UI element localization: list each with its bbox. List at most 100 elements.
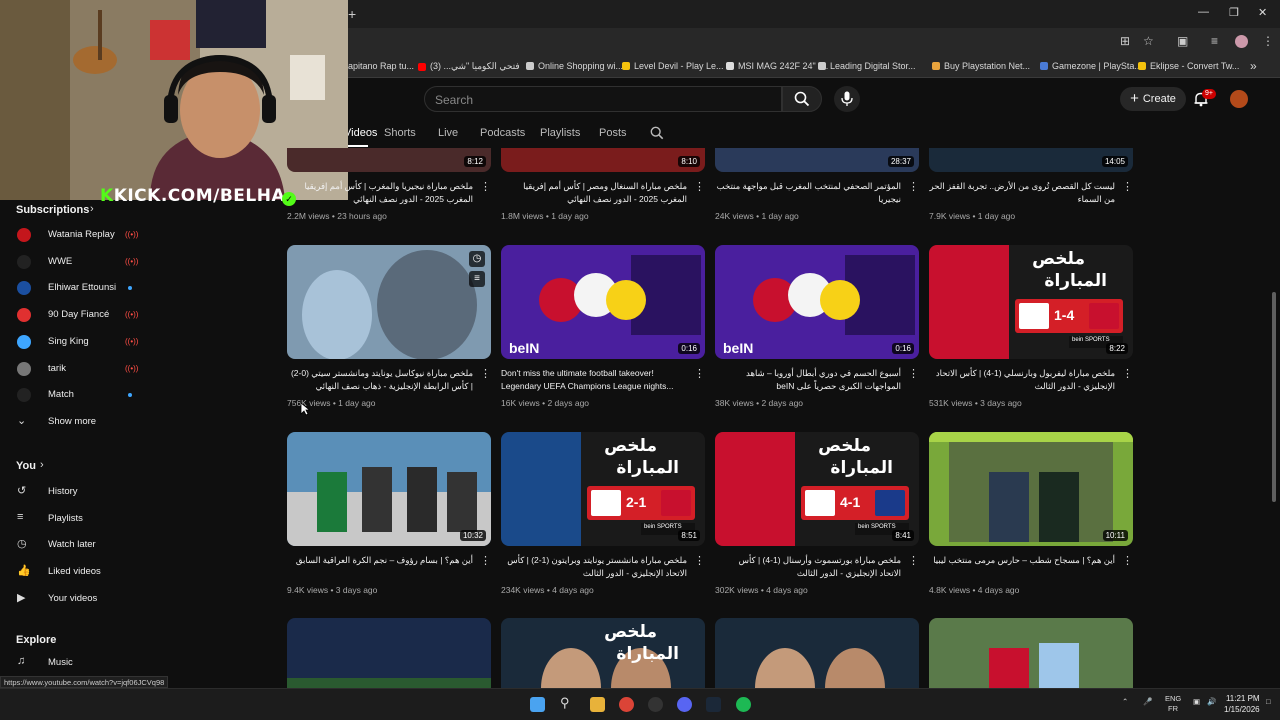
video-thumbnail[interactable]: ملخص المباراة 1-4 bein SPORTS 8:22 <box>929 245 1133 359</box>
tab-videos[interactable]: Videos <box>344 127 377 139</box>
video-card[interactable] <box>929 618 1133 720</box>
minimize-icon[interactable]: — <box>1198 6 1209 18</box>
video-title[interactable]: ملخص مباراة السنغال ومصر | كأس أمم إفريق… <box>501 180 687 206</box>
video-card[interactable]: ملخص المباراة 4-1 bein SPORTS 8:41 ملخص مبارا… <box>715 432 919 612</box>
bookmark-item[interactable]: Eklipse - Convert Tw... <box>1138 61 1239 71</box>
new-tab-button[interactable]: + <box>348 6 356 22</box>
video-card[interactable]: ملخص المباراة 1-4 bein SPORTS 8:22 ملخص مبارا… <box>929 245 1133 425</box>
input-language[interactable]: ENG <box>1165 694 1181 703</box>
restore-icon[interactable]: ❐ <box>1229 6 1239 19</box>
sidebar-item-your-videos[interactable]: ▶ Your videos <box>0 587 160 611</box>
video-title[interactable]: ملخص مباراة ليفربول وبارنسلي (1-4) | كأس… <box>929 367 1115 393</box>
chrome-icon[interactable] <box>619 697 634 712</box>
add-to-queue-icon[interactable]: ≡ <box>469 271 485 287</box>
video-card[interactable]: ملخص المباراة <box>501 618 705 720</box>
tab-podcasts[interactable]: Podcasts <box>480 127 525 139</box>
bookmark-item[interactable]: فتحي الكوميا "شي... (3) <box>418 61 520 72</box>
more-actions-icon[interactable]: ⋮ <box>908 554 919 567</box>
taskbar-search-icon[interactable]: ⚲ <box>560 695 575 710</box>
more-actions-icon[interactable]: ⋮ <box>908 180 919 193</box>
bookmarks-overflow-icon[interactable]: » <box>1250 59 1257 73</box>
search-button[interactable] <box>782 86 822 112</box>
video-title[interactable]: المؤتمر الصحفي لمنتخب المغرب قبل مواجهة … <box>715 180 901 206</box>
video-title[interactable]: أسبوع الحسم في دوري أبطال أوروبا – شاهد … <box>715 367 901 393</box>
video-title[interactable]: ملخص مباراة بورتسموث وأرسنال (1-4) | كأس… <box>715 554 901 580</box>
more-actions-icon[interactable]: ⋮ <box>1122 180 1133 193</box>
sidebar-item-subscription[interactable]: 90 Day Fiancé ((•)) <box>0 303 160 327</box>
steam-icon[interactable] <box>706 697 721 712</box>
video-card[interactable] <box>715 618 919 720</box>
file-explorer-icon[interactable] <box>590 697 605 712</box>
tab-live[interactable]: Live <box>438 127 458 139</box>
sidebar-item-watch-later[interactable]: ◷ Watch later <box>0 533 160 557</box>
discord-icon[interactable] <box>677 697 692 712</box>
chevron-right-icon[interactable]: › <box>40 459 44 471</box>
video-title[interactable]: Don't miss the ultimate football takeove… <box>501 367 687 393</box>
bookmark-item[interactable]: Leading Digital Stor... <box>818 61 916 71</box>
taskbar-clock[interactable]: 11:21 PM 1/15/2026 <box>1224 693 1260 715</box>
create-button[interactable]: + Create <box>1120 87 1186 111</box>
profile-avatar-icon[interactable] <box>1235 35 1248 48</box>
notification-center-icon[interactable]: □ <box>1266 697 1271 706</box>
tray-overflow-icon[interactable]: ⌃ <box>1122 697 1128 706</box>
video-thumbnail[interactable]: beIN 0:16 <box>715 245 919 359</box>
video-card[interactable]: ◷ ≡ ملخص مباراة نيوكاسل يونايتد ومانشستر س… <box>287 245 491 425</box>
more-actions-icon[interactable]: ⋮ <box>1122 367 1133 380</box>
video-card[interactable]: 8:10 ملخص مباراة السنغال ومصر | كأس أمم إ… <box>501 148 705 222</box>
network-icon[interactable]: ▣ <box>1193 697 1200 706</box>
more-actions-icon[interactable]: ⋮ <box>480 554 491 567</box>
video-thumbnail[interactable]: 28:37 <box>715 148 919 172</box>
sidebar-item-liked-videos[interactable]: 👍 Liked videos <box>0 560 160 584</box>
show-more-button[interactable]: ⌄ Show more <box>0 410 160 434</box>
more-actions-icon[interactable]: ⋮ <box>694 554 705 567</box>
more-actions-icon[interactable]: ⋮ <box>694 367 705 380</box>
video-card[interactable]: beIN 0:16 Don't miss the ultimate football… <box>501 245 705 425</box>
bookmark-item[interactable]: Level Devil - Play Le... <box>622 61 724 71</box>
sidebar-item-subscription[interactable]: tarik ((•)) <box>0 357 160 381</box>
bookmark-item[interactable]: Online Shopping wi... <box>526 61 623 71</box>
video-thumbnail[interactable]: beIN 0:16 <box>501 245 705 359</box>
account-avatar[interactable] <box>1230 90 1248 108</box>
video-title[interactable]: ليست كل القصص تُروى من الأرض.. تجربة الق… <box>929 180 1115 206</box>
video-title[interactable]: ملخص مباراة نيجيريا والمغرب | كأس أمم إف… <box>287 180 473 206</box>
channel-search-icon[interactable] <box>650 126 664 140</box>
video-card[interactable]: 14:05 ليست كل القصص تُروى من الأرض.. تجرب… <box>929 148 1133 222</box>
voice-search-button[interactable] <box>834 86 860 112</box>
video-title[interactable]: ملخص مباراة نيوكاسل يونايتد ومانشستر سيت… <box>287 367 473 393</box>
extensions-icon[interactable]: ▣ <box>1177 34 1188 48</box>
more-actions-icon[interactable]: ⋮ <box>480 180 491 193</box>
video-card[interactable]: 28:37 المؤتمر الصحفي لمنتخب المغرب قبل مو… <box>715 148 919 222</box>
sidebar-item-subscription[interactable]: Match <box>0 383 160 407</box>
video-thumbnail[interactable]: ◷ ≡ <box>287 245 491 359</box>
video-card[interactable]: 10:11 أين هم؟ | مسجاح شطب – حارس مرمى منت… <box>929 432 1133 612</box>
bookmark-star-icon[interactable]: ☆ <box>1143 34 1154 48</box>
you-heading[interactable]: You <box>16 460 36 472</box>
tab-playlists[interactable]: Playlists <box>540 127 580 139</box>
video-card[interactable]: beIN 0:16 أسبوع الحسم في دوري أبطال أوروبا… <box>715 245 919 425</box>
video-card[interactable]: 10:32 أين هم؟ | بسام رؤوف – نجم الكرة الع… <box>287 432 491 612</box>
video-thumbnail[interactable]: 10:32 <box>287 432 491 546</box>
more-actions-icon[interactable]: ⋮ <box>908 367 919 380</box>
video-card[interactable] <box>287 618 491 720</box>
video-card[interactable]: 8:12 ملخص مباراة نيجيريا والمغرب | كأس أم… <box>287 148 491 222</box>
watch-later-icon[interactable]: ◷ <box>469 251 485 267</box>
subscriptions-heading[interactable]: Subscriptions <box>16 204 89 216</box>
video-title[interactable]: أين هم؟ | بسام رؤوف – نجم الكرة العراقية… <box>287 554 473 580</box>
more-actions-icon[interactable]: ⋮ <box>480 367 491 380</box>
search-input[interactable]: Search <box>424 86 782 112</box>
video-thumbnail[interactable]: 8:10 <box>501 148 705 172</box>
video-card[interactable]: ملخص المباراة 2-1 bein SPORTS 8:51 ملخص مبارا… <box>501 432 705 612</box>
sidebar-item-history[interactable]: ↺ History <box>0 480 160 504</box>
browser-menu-icon[interactable]: ⋮ <box>1262 34 1274 48</box>
sidebar-item-subscription[interactable]: WWE ((•)) <box>0 250 160 274</box>
tab-shorts[interactable]: Shorts <box>384 127 416 139</box>
video-thumbnail[interactable]: ملخص المباراة 2-1 bein SPORTS 8:51 <box>501 432 705 546</box>
microphone-tray-icon[interactable]: 🎤 <box>1143 697 1152 706</box>
close-icon[interactable]: ✕ <box>1258 6 1267 19</box>
sidebar-item-music[interactable]: ♫ Music <box>0 651 160 675</box>
sidebar-item-subscription[interactable]: Watania Replay ((•)) <box>0 223 160 247</box>
obs-icon[interactable] <box>648 697 663 712</box>
sidebar-item-subscription[interactable]: Elhiwar Ettounsi <box>0 276 160 300</box>
sidebar-item-subscription[interactable]: Sing King ((•)) <box>0 330 160 354</box>
page-scrollbar[interactable] <box>1272 292 1276 502</box>
